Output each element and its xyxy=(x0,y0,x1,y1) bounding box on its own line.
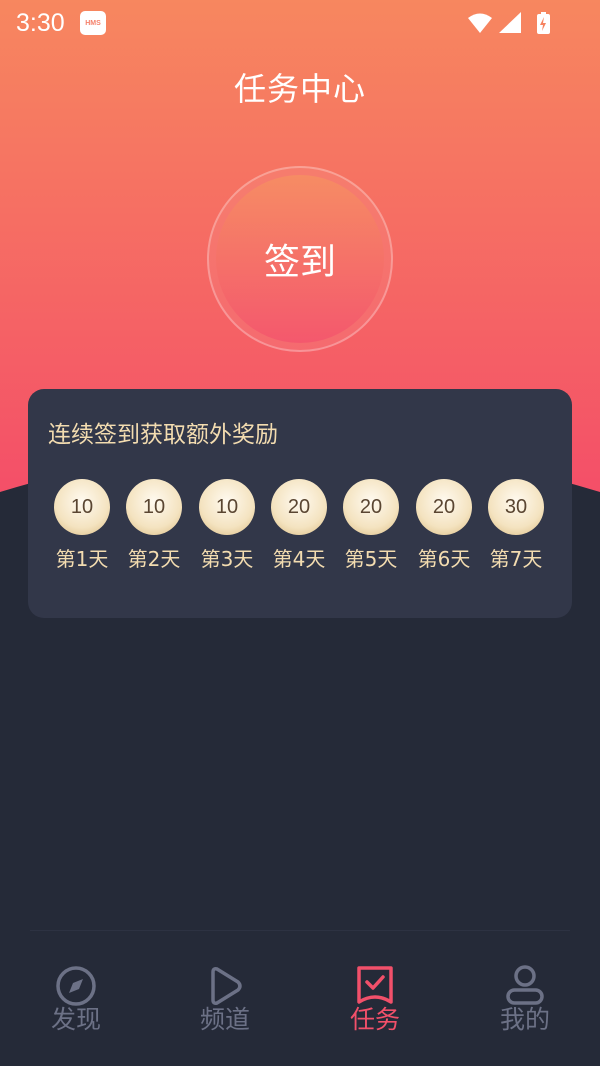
reward-day-5: 20 第5天 xyxy=(335,479,407,572)
nav-item-channel[interactable]: 频道 xyxy=(175,964,275,1036)
reward-coin: 10 xyxy=(199,479,255,535)
nav-item-mine[interactable]: 我的 xyxy=(475,964,575,1036)
hms-badge: HMS xyxy=(80,11,106,35)
reward-day-6: 20 第6天 xyxy=(408,479,480,572)
reward-coin: 30 xyxy=(488,479,544,535)
reward-day-label: 第4天 xyxy=(272,547,326,571)
nav-label: 我的 xyxy=(499,1005,550,1034)
reward-day-2: 10 第2天 xyxy=(118,479,190,572)
reward-day-label: 第5天 xyxy=(344,547,398,571)
reward-coin: 20 xyxy=(271,479,327,535)
nav-item-discover[interactable]: 发现 xyxy=(26,964,126,1036)
nav-label: 发现 xyxy=(50,1005,101,1034)
bottom-nav: 发现 频道 任务 我的 xyxy=(0,930,600,1066)
reward-coin: 20 xyxy=(416,479,472,535)
reward-card-title: 连续签到获取额外奖励 xyxy=(48,422,278,448)
wifi-icon xyxy=(468,13,492,33)
nav-item-task[interactable]: 任务 xyxy=(325,964,425,1036)
reward-day-7: 30 第7天 xyxy=(480,479,552,572)
reward-day-3: 10 第3天 xyxy=(191,479,263,572)
battery-icon xyxy=(537,12,550,34)
reward-day-label: 第1天 xyxy=(55,547,109,571)
checkin-button-label: 签到 xyxy=(263,242,336,283)
nav-label: 频道 xyxy=(199,1005,250,1034)
nav-divider xyxy=(30,930,570,931)
status-icons xyxy=(468,12,550,34)
status-bar: 3:30 HMS xyxy=(0,0,600,46)
status-time: 3:30 xyxy=(16,9,65,37)
reward-day-1: 10 第1天 xyxy=(46,479,118,572)
reward-coin: 10 xyxy=(126,479,182,535)
reward-coin: 10 xyxy=(54,479,110,535)
reward-coin: 20 xyxy=(343,479,399,535)
reward-day-label: 第6天 xyxy=(417,547,471,571)
nav-label: 任务 xyxy=(349,1005,400,1034)
reward-day-label: 第7天 xyxy=(489,547,543,571)
checkin-button[interactable]: 签到 xyxy=(216,175,384,343)
streak-reward-card: 连续签到获取额外奖励 10 第1天 10 第2天 10 第3天 20 第4天 2… xyxy=(28,389,572,618)
reward-day-label: 第2天 xyxy=(127,547,181,571)
page-title: 任务中心 xyxy=(233,70,366,108)
reward-day-label: 第3天 xyxy=(200,547,254,571)
reward-day-4: 20 第4天 xyxy=(263,479,335,572)
signal-icon xyxy=(499,12,521,33)
